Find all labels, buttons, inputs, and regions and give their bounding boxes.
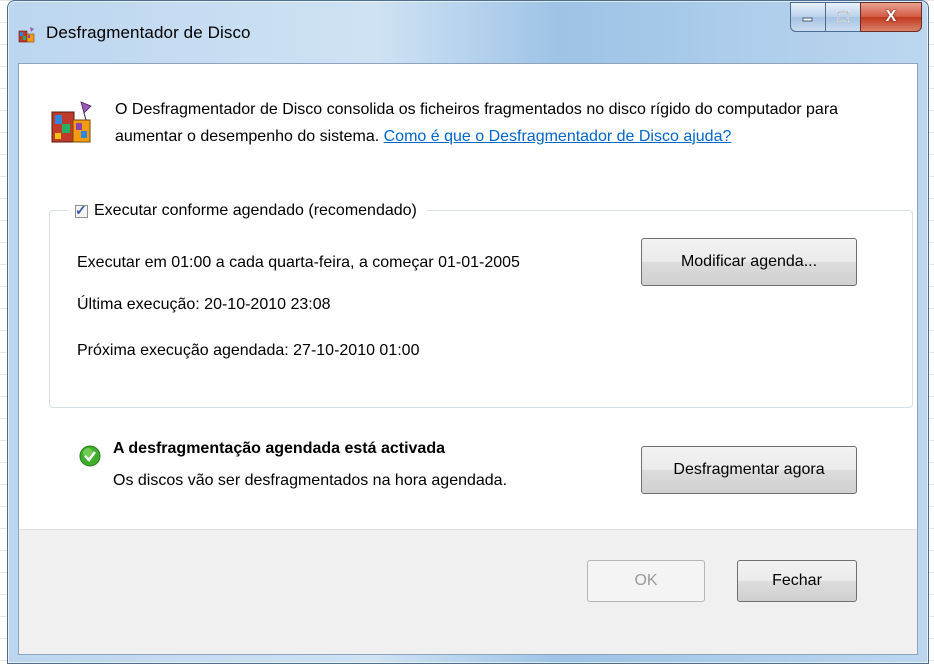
window-title: Desfragmentador de Disco: [46, 23, 251, 42]
minimize-button[interactable]: [790, 2, 826, 32]
help-link[interactable]: Como é que o Desfragmentador de Disco aj…: [384, 128, 732, 145]
schedule-checkbox-label: Executar conforme agendado (recomendado): [94, 202, 417, 219]
defrag-window: Desfragmentador de Disco X O Desfragment…: [7, 0, 929, 664]
dialog-footer: OK Fechar: [19, 529, 917, 654]
modify-schedule-button[interactable]: Modificar agenda...: [641, 238, 857, 286]
dialog-client-area: O Desfragmentador de Disco consolida os …: [18, 63, 918, 655]
window-controls: X: [790, 2, 922, 32]
title-bar[interactable]: Desfragmentador de Disco X: [8, 1, 928, 63]
checkmark-icon: ✓: [75, 201, 87, 218]
maximize-button[interactable]: [825, 2, 861, 32]
intro-description: O Desfragmentador de Disco consolida os …: [115, 96, 905, 150]
schedule-checkbox-row[interactable]: ✓ Executar conforme agendado (recomendad…: [67, 198, 427, 224]
defrag-app-icon: [18, 27, 35, 43]
defragment-now-button[interactable]: Desfragmentar agora: [641, 446, 857, 494]
close-button[interactable]: Fechar: [737, 560, 857, 602]
close-icon: X: [885, 8, 897, 25]
defrag-large-icon: [51, 101, 92, 143]
close-window-button[interactable]: X: [860, 2, 922, 32]
ok-button[interactable]: OK: [587, 560, 705, 602]
next-run-text: Próxima execução agendada: 27-10-2010 01…: [77, 342, 420, 359]
status-subtitle: Os discos vão ser desfragmentados na hor…: [113, 472, 508, 489]
green-check-icon: [79, 445, 101, 467]
minimize-icon: [802, 17, 813, 22]
schedule-checkbox[interactable]: ✓: [75, 201, 88, 218]
schedule-run-text: Executar em 01:00 a cada quarta-feira, a…: [77, 254, 520, 271]
last-run-text: Última execução: 20-10-2010 23:08: [77, 296, 331, 313]
maximize-icon: [837, 11, 849, 22]
status-title: A desfragmentação agendada está activada: [113, 440, 445, 457]
